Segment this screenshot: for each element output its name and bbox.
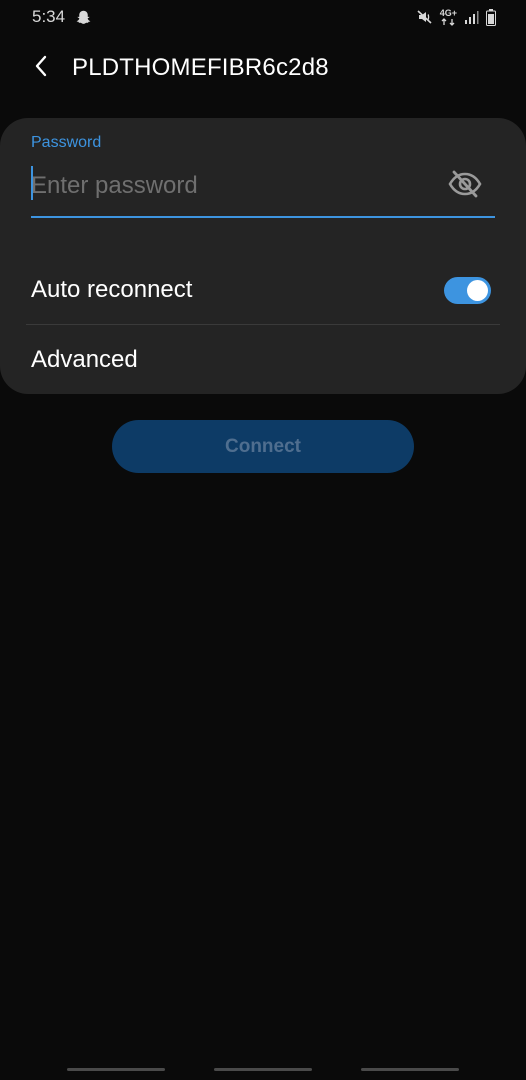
network-name-title: PLDTHOMEFIBR6c2d8 [72, 54, 329, 81]
battery-icon [486, 8, 496, 26]
auto-reconnect-row[interactable]: Auto reconnect [31, 264, 495, 316]
signal-icon [464, 10, 479, 25]
connect-button[interactable]: Connect [112, 420, 414, 473]
navigation-bar [0, 1060, 526, 1080]
network-4g-icon: 4G+ [439, 7, 457, 26]
advanced-label: Advanced [31, 346, 138, 373]
header: PLDTHOMEFIBR6c2d8 [0, 40, 526, 96]
nav-back-button[interactable] [361, 1068, 459, 1071]
toggle-password-visibility-button[interactable] [445, 168, 485, 204]
wifi-password-screen: 5:34 4G+ PLDTHOMEFIBR6c2d8 Password Auto… [0, 0, 526, 1080]
nav-recents-button[interactable] [67, 1068, 165, 1071]
advanced-row[interactable]: Advanced [31, 334, 495, 386]
status-right: 4G+ [417, 7, 496, 26]
snapchat-icon [75, 9, 92, 26]
password-field [31, 162, 495, 218]
status-time: 5:34 [32, 7, 66, 26]
eye-off-icon [447, 169, 483, 204]
password-input[interactable] [31, 168, 431, 204]
chevron-left-icon [33, 54, 49, 83]
status-left: 5:34 [32, 7, 92, 27]
back-button[interactable] [21, 48, 61, 88]
nav-home-button[interactable] [214, 1068, 312, 1071]
network-type-label: 4G+ [439, 7, 457, 18]
toggle-knob [467, 279, 488, 301]
password-label: Password [31, 134, 102, 151]
auto-reconnect-toggle[interactable] [444, 276, 491, 304]
status-bar: 5:34 4G+ [0, 0, 526, 34]
auto-reconnect-label: Auto reconnect [31, 276, 193, 303]
mute-icon [417, 9, 433, 25]
text-caret [31, 166, 33, 200]
wifi-settings-card: Password Auto reconnect Advanced [0, 118, 526, 394]
divider [26, 324, 500, 325]
